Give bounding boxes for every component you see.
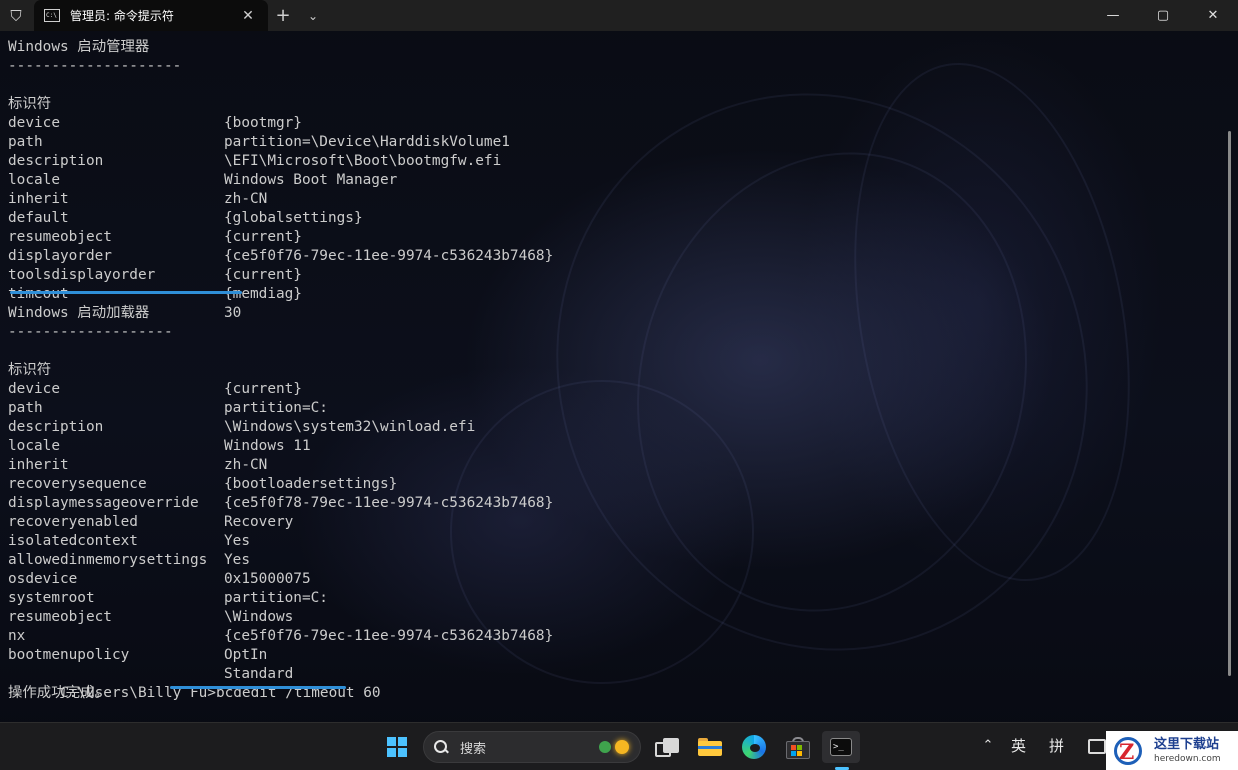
minimize-button[interactable]: — — [1088, 0, 1138, 31]
taskbar-search-input[interactable]: 搜索 — [423, 731, 641, 763]
desktop-screen: ⛉ C:\ 管理员: 命令提示符 ✕ + ⌄ — ▢ ✕ Windows 启动管… — [0, 0, 1238, 770]
entry-value: \Windows\system32\winload.efi — [224, 419, 476, 435]
terminal-scrollbar[interactable] — [1225, 31, 1235, 721]
bcd-entry: displayorder {current} — [8, 228, 302, 283]
entry-value: partition=\Device\HarddiskVolume1 — [224, 134, 510, 150]
command-highlight-underline — [170, 686, 346, 689]
bcd-entry: 标识符 {current} — [8, 342, 302, 397]
terminal-app-icon[interactable]: >_ — [822, 731, 860, 763]
entry-value: partition=C: — [224, 590, 328, 606]
window-titlebar[interactable]: ⛉ C:\ 管理员: 命令提示符 ✕ + ⌄ — ▢ ✕ — [0, 0, 1238, 31]
section-title: Windows 启动加载器 — [8, 305, 150, 321]
entry-value: \EFI\Microsoft\Boot\bootmgfw.efi — [224, 153, 502, 169]
tab-close-button[interactable]: ✕ — [236, 8, 260, 24]
entry-value: Yes — [224, 552, 250, 568]
entry-value: \Windows — [224, 609, 294, 625]
section-rule: ------------------- — [8, 324, 173, 340]
bcd-entry: toolsdisplayorder {memdiag} — [8, 247, 302, 302]
bcd-entry: description Windows Boot Manager — [8, 133, 397, 188]
bcd-entry: device partition=C: — [8, 361, 328, 416]
bcd-entry: path \EFI\Microsoft\Boot\bootmgfw.efi — [8, 114, 501, 169]
entry-value: {ce5f0f76-79ec-11ee-9974-c536243b7468} — [224, 248, 554, 264]
entry-value: Recovery — [224, 514, 294, 530]
entry-value: OptIn — [224, 647, 268, 663]
entry-value: zh-CN — [224, 457, 268, 473]
windows-start-icon[interactable] — [381, 731, 413, 763]
entry-key: timeout — [8, 286, 69, 302]
entry-value: {current} — [224, 381, 302, 397]
bcd-entry: recoverysequence {ce5f0f78-79ec-11ee-997… — [8, 456, 553, 511]
section-rule: -------------------- — [8, 58, 182, 74]
entry-value: 0x15000075 — [224, 571, 311, 587]
bcd-entry: allowedinmemorysettings 0x15000075 — [8, 532, 311, 587]
chevron-up-icon[interactable]: ⌃ — [978, 734, 998, 758]
task-view-icon[interactable] — [650, 731, 682, 763]
search-highlight-icon[interactable] — [594, 737, 634, 757]
command-result: 操作成功完成。 — [8, 685, 109, 701]
bcd-entry: displaymessageoverride Recovery — [8, 475, 293, 530]
close-button[interactable]: ✕ — [1188, 0, 1238, 31]
watermark-url: heredown.com — [1154, 753, 1221, 764]
ime-input-indicator[interactable]: 拼 — [1049, 734, 1064, 758]
command-prompt-icon: C:\ — [44, 9, 60, 22]
bcd-entry: resumeobject {ce5f0f76-79ec-11ee-9974-c5… — [8, 589, 553, 644]
entry-value: Windows Boot Manager — [224, 172, 398, 188]
chevron-down-icon[interactable]: ⌄ — [298, 0, 328, 31]
bcd-entry: 标识符 {bootmgr} — [8, 76, 302, 131]
network-monitor-icon[interactable] — [1088, 739, 1106, 754]
bcd-entry: inherit {globalsettings} — [8, 171, 363, 226]
section-title: Windows 启动管理器 — [8, 39, 150, 55]
heredown-logo-icon: Z — [1112, 734, 1146, 768]
new-tab-button[interactable]: + — [268, 0, 298, 31]
microsoft-store-icon[interactable] — [781, 731, 813, 763]
tab-command-prompt[interactable]: C:\ 管理员: 命令提示符 ✕ — [34, 0, 268, 31]
entry-value: {bootloadersettings} — [224, 476, 398, 492]
bcd-entry-timeout: timeout 30 — [8, 266, 241, 321]
entry-value: Windows 11 — [224, 438, 311, 454]
search-icon — [434, 740, 448, 754]
watermark-logo: Z 这里下载站 heredown.com — [1106, 731, 1238, 770]
bcd-entry: bootmenupolicy Standard — [8, 627, 293, 682]
entry-value: partition=C: — [224, 400, 328, 416]
bcd-entry: osdevice partition=C: — [8, 551, 328, 606]
bcd-entry: default {current} — [8, 190, 302, 245]
bcd-entry: resumeobject {ce5f0f76-79ec-11ee-9974-c5… — [8, 209, 553, 264]
watermark-name: 这里下载站 — [1154, 736, 1220, 752]
timeout-highlight-underline — [10, 291, 242, 294]
entry-value: {memdiag} — [224, 286, 302, 302]
entry-key: bootmenupolicy — [8, 647, 130, 663]
bcd-entry: inherit {bootloadersettings} — [8, 437, 397, 492]
scrollbar-thumb[interactable] — [1228, 131, 1231, 676]
file-explorer-icon[interactable] — [694, 731, 726, 763]
entry-value: 30 — [224, 305, 242, 321]
bcd-entry: device partition=\Device\HarddiskVolume1 — [8, 95, 510, 150]
bcd-entry: path \Windows\system32\winload.efi — [8, 380, 475, 435]
entry-value: {bootmgr} — [224, 115, 302, 131]
entry-value: {current} — [224, 267, 302, 283]
bcd-entry: isolatedcontext Yes — [8, 513, 250, 568]
bcd-entry: description Windows 11 — [8, 399, 311, 454]
command-line[interactable]: C:\Users\Billy Fu>bcdedit /timeout 60 — [8, 665, 381, 701]
search-placeholder: 搜索 — [460, 741, 487, 757]
tab-title: 管理员: 命令提示符 — [70, 9, 174, 23]
entry-value: zh-CN — [224, 191, 268, 207]
terminal-output[interactable]: Windows 启动管理器 -------------------- 标识符 {… — [8, 38, 1218, 718]
entry-value: {current} — [224, 229, 302, 245]
entry-value: {ce5f0f76-79ec-11ee-9974-c536243b7468} — [224, 628, 554, 644]
ime-mode-indicator[interactable]: 英 — [1011, 734, 1026, 758]
bcd-entry: locale zh-CN — [8, 418, 267, 473]
entry-value: {globalsettings} — [224, 210, 363, 226]
bcd-entry: recoveryenabled Yes — [8, 494, 250, 549]
bcd-entry: nx OptIn — [8, 608, 267, 663]
entry-value: {ce5f0f78-79ec-11ee-9974-c536243b7468} — [224, 495, 554, 511]
bcd-entry: locale zh-CN — [8, 152, 267, 207]
edge-browser-icon[interactable] — [738, 731, 770, 763]
entry-value: Yes — [224, 533, 250, 549]
shield-icon: ⛉ — [10, 6, 22, 25]
bcd-entry: systemroot \Windows — [8, 570, 293, 625]
maximize-button[interactable]: ▢ — [1138, 0, 1188, 31]
